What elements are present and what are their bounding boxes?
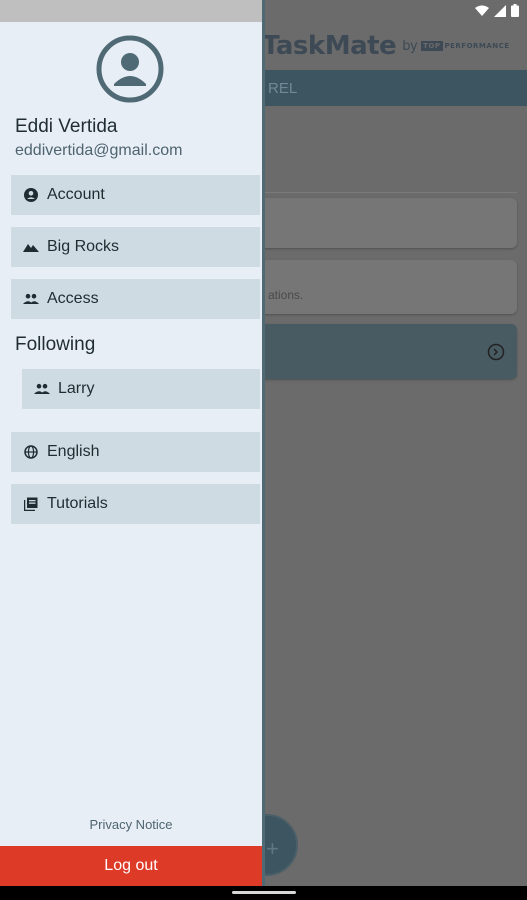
- tab-label: REL: [268, 79, 298, 97]
- background-card: ations.: [262, 260, 517, 314]
- navigation-drawer: Eddi Vertida eddivertida@gmail.com Accou…: [0, 0, 262, 886]
- tab-bar: REL: [262, 70, 527, 106]
- people-icon: [34, 381, 50, 397]
- app-title-part2: Mate: [324, 31, 397, 61]
- menu-item-label: Big Rocks: [47, 238, 120, 255]
- drawer-status-strip: [0, 0, 262, 22]
- clock-icon: [487, 343, 505, 361]
- system-nav-bar: [0, 886, 527, 900]
- user-name: Eddi Vertida: [15, 116, 118, 137]
- divider: [262, 192, 517, 193]
- menu-item-access[interactable]: Access: [11, 279, 260, 319]
- menu-item-label: Tutorials: [47, 495, 108, 512]
- mountain-icon: [23, 239, 39, 255]
- app-title-by: by: [402, 38, 418, 54]
- card-text: ations.: [268, 288, 304, 302]
- avatar-icon[interactable]: [96, 35, 164, 103]
- globe-icon: [23, 444, 39, 460]
- logout-button[interactable]: Log out: [0, 846, 262, 886]
- brand-tag: TOP: [421, 41, 443, 51]
- account-circle-icon: [23, 187, 39, 203]
- following-item-larry[interactable]: Larry: [22, 369, 260, 409]
- wifi-icon: [475, 5, 489, 16]
- brand-logo: TOP PERFORMANCE: [421, 41, 510, 51]
- home-handle[interactable]: [232, 891, 296, 894]
- menu-item-label: English: [47, 443, 100, 460]
- menu-item-tutorials[interactable]: Tutorials: [11, 484, 260, 524]
- library-books-icon: [23, 496, 39, 512]
- logout-label: Log out: [104, 857, 158, 874]
- menu-item-label: Account: [47, 186, 105, 203]
- following-heading: Following: [15, 334, 96, 355]
- menu-item-language[interactable]: English: [11, 432, 260, 472]
- signal-icon: [494, 4, 506, 17]
- privacy-notice-link[interactable]: Privacy Notice: [0, 817, 262, 832]
- menu-item-big-rocks[interactable]: Big Rocks: [11, 227, 260, 267]
- user-email: eddivertida@gmail.com: [15, 142, 183, 159]
- battery-icon: [511, 4, 519, 17]
- background-card: [262, 198, 517, 248]
- brand-text: PERFORMANCE: [444, 42, 510, 50]
- people-icon: [23, 291, 39, 307]
- menu-item-label: Access: [47, 290, 99, 307]
- menu-item-label: Larry: [58, 380, 95, 397]
- plus-icon: +: [266, 836, 279, 861]
- app-title-part1: Task: [262, 31, 325, 61]
- menu-item-account[interactable]: Account: [11, 175, 260, 215]
- status-icons: [475, 4, 519, 17]
- app-logo: Task Mate by TOP PERFORMANCE: [262, 26, 527, 66]
- background-card-highlighted: [262, 324, 517, 379]
